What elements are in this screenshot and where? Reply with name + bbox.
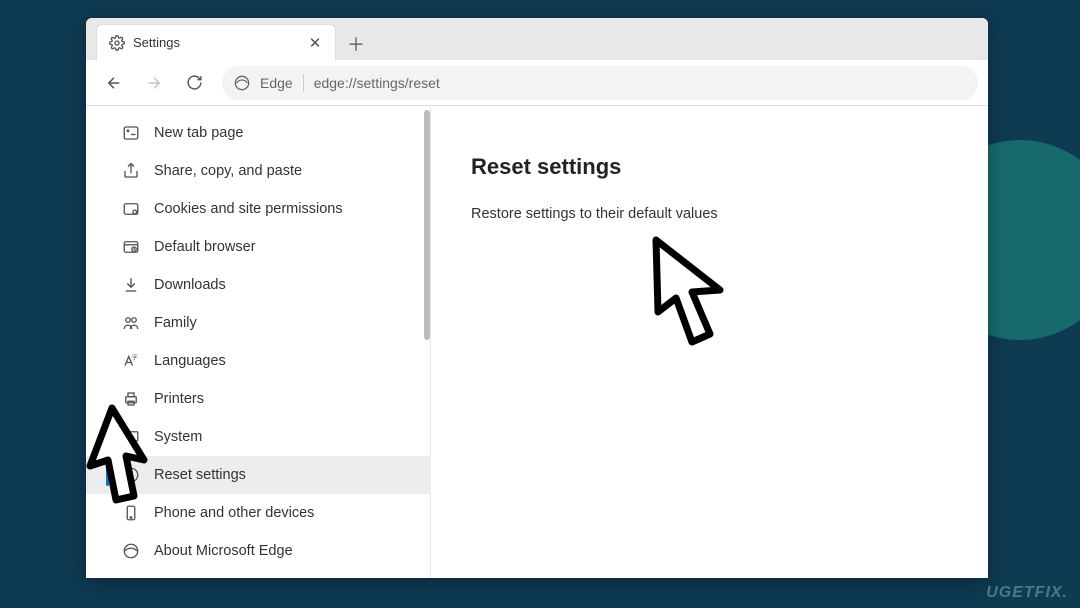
sidebar-item-label: New tab page [154,125,243,141]
family-icon [122,314,140,332]
sidebar-item-share[interactable]: Share, copy, and paste [86,152,430,190]
back-button[interactable] [96,65,132,101]
sidebar-item-reset-settings[interactable]: Reset settings [86,456,430,494]
main-panel: Reset settings Restore settings to their… [431,106,988,578]
sidebar-item-default-browser[interactable]: Default browser [86,228,430,266]
address-label: Edge [260,75,293,91]
sidebar-item-family[interactable]: Family [86,304,430,342]
edge-logo-icon [234,75,250,91]
languages-icon: 字 [122,352,140,370]
sidebar-item-languages[interactable]: 字 Languages [86,342,430,380]
sidebar-item-label: Share, copy, and paste [154,163,302,179]
printer-icon [122,390,140,408]
forward-button[interactable] [136,65,172,101]
reset-option[interactable]: Restore settings to their default values [471,206,948,222]
sidebar-item-printers[interactable]: Printers [86,380,430,418]
sidebar-item-label: Default browser [154,239,256,255]
sidebar-item-label: Cookies and site permissions [154,201,343,217]
system-icon [122,428,140,446]
edge-icon [122,542,140,560]
share-icon [122,162,140,180]
tab-title: Settings [133,35,299,50]
sidebar-item-label: Family [154,315,197,331]
sidebar-item-cookies[interactable]: Cookies and site permissions [86,190,430,228]
tab-settings[interactable]: Settings ✕ [96,24,336,60]
reset-icon [122,466,140,484]
sidebar-item-label: Phone and other devices [154,505,314,521]
gear-icon [109,35,125,51]
sidebar-item-system[interactable]: System [86,418,430,456]
new-tab-button[interactable]: ＋ [340,28,372,60]
tab-bar: Settings ✕ ＋ [86,18,988,60]
default-browser-icon [122,238,140,256]
sidebar-item-label: Printers [154,391,204,407]
svg-text:字: 字 [132,354,138,362]
sidebar-item-label: About Microsoft Edge [154,543,293,559]
download-icon [122,276,140,294]
phone-icon [122,504,140,522]
address-divider [303,74,304,92]
sidebar-item-about[interactable]: About Microsoft Edge [86,532,430,570]
cookies-icon [122,200,140,218]
sidebar-item-label: Downloads [154,277,226,293]
content-area: New tab page Share, copy, and paste Cook… [86,106,988,578]
page-heading: Reset settings [471,154,948,180]
close-icon[interactable]: ✕ [307,35,323,51]
toolbar: Edge edge://settings/reset [86,60,988,106]
sidebar-item-new-tab-page[interactable]: New tab page [86,114,430,152]
sidebar-item-downloads[interactable]: Downloads [86,266,430,304]
browser-window: Settings ✕ ＋ Edge edge://settings/reset [86,18,988,578]
settings-sidebar: New tab page Share, copy, and paste Cook… [86,106,431,578]
sidebar-item-label: Reset settings [154,467,246,483]
sidebar-item-label: System [154,429,202,445]
refresh-button[interactable] [176,65,212,101]
address-bar[interactable]: Edge edge://settings/reset [222,66,978,100]
address-url: edge://settings/reset [314,75,440,91]
new-tab-icon [122,124,140,142]
sidebar-item-label: Languages [154,353,226,369]
watermark: UGETFIX. [986,584,1068,602]
sidebar-item-phone[interactable]: Phone and other devices [86,494,430,532]
